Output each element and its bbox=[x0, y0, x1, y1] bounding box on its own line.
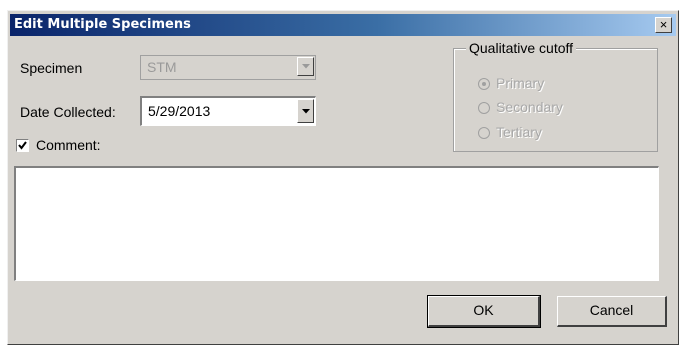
primary-radio[interactable] bbox=[478, 78, 490, 90]
chevron-down-icon bbox=[302, 64, 310, 69]
primary-label: Primary bbox=[496, 75, 545, 91]
specimen-select: STM bbox=[140, 55, 316, 80]
date-dropdown-button[interactable] bbox=[297, 99, 314, 123]
specimen-label: Specimen bbox=[20, 60, 83, 76]
dialog-title: Edit Multiple Specimens bbox=[14, 17, 191, 32]
cancel-button[interactable]: Cancel bbox=[557, 296, 667, 327]
comment-label[interactable]: Comment: bbox=[36, 137, 101, 153]
comment-checkbox[interactable] bbox=[16, 139, 29, 152]
secondary-label: Secondary bbox=[496, 99, 563, 115]
comment-textarea[interactable] bbox=[14, 166, 659, 281]
specimen-value: STM bbox=[147, 59, 177, 75]
secondary-radio[interactable] bbox=[478, 102, 490, 114]
radio-selected-dot bbox=[482, 82, 486, 86]
title-bar[interactable]: Edit Multiple Specimens × bbox=[10, 14, 676, 36]
close-icon: × bbox=[659, 17, 668, 32]
date-collected-picker[interactable]: 5/29/2013 bbox=[140, 96, 316, 126]
ok-button[interactable]: OK bbox=[427, 295, 541, 328]
tertiary-label: Tertiary bbox=[496, 124, 542, 140]
date-collected-label: Date Collected: bbox=[20, 104, 116, 120]
tertiary-radio[interactable] bbox=[478, 127, 490, 139]
specimen-dropdown-button bbox=[297, 57, 314, 76]
close-button[interactable]: × bbox=[655, 17, 672, 33]
chevron-down-icon bbox=[302, 109, 310, 114]
date-collected-value[interactable]: 5/29/2013 bbox=[148, 103, 210, 119]
qualitative-cutoff-title: Qualitative cutoff bbox=[466, 40, 577, 56]
checkmark-icon bbox=[18, 141, 27, 150]
